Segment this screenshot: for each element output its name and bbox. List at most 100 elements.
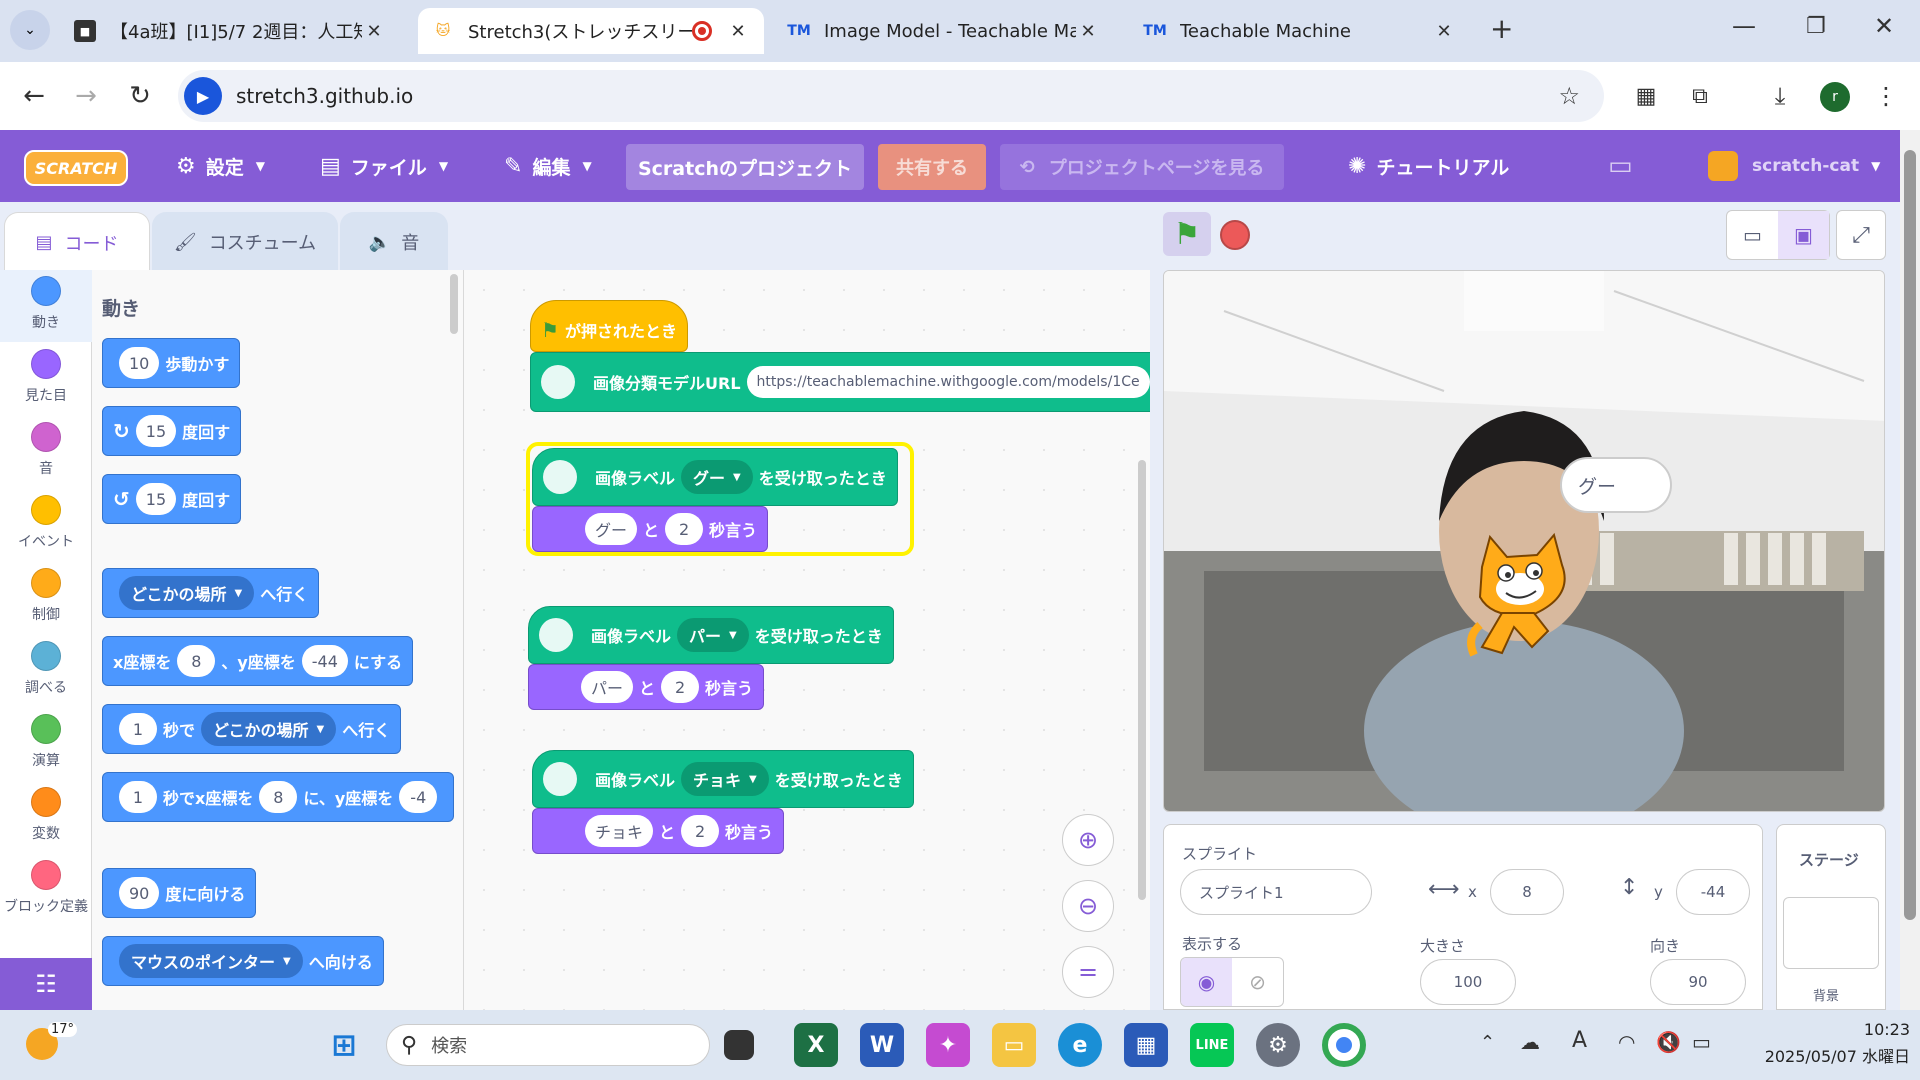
block-say-for-secs[interactable]: チョキと 2 秒言う	[532, 808, 785, 854]
goto-menu[interactable]: どこかの場所 ▼	[119, 576, 255, 610]
new-tab-button[interactable]: +	[1490, 12, 1513, 45]
wifi-icon[interactable]: ◠	[1618, 1030, 1635, 1054]
category-operators[interactable]: 演算	[0, 708, 92, 780]
restore-button[interactable]: ❐	[1806, 14, 1826, 39]
stop-button[interactable]	[1220, 220, 1250, 250]
point-towards-menu[interactable]: マウスのポインター ▼	[119, 944, 303, 978]
tab-costume[interactable]: 🖌 コスチューム	[152, 212, 338, 272]
glide-menu[interactable]: どこかの場所 ▼	[201, 712, 337, 746]
workspace-scrollbar[interactable]	[1138, 460, 1146, 900]
line-icon[interactable]: LINE	[1190, 1023, 1234, 1067]
block-when-label-received[interactable]: 画像ラベル グー ▼ を受け取ったとき	[532, 448, 898, 506]
onedrive-icon[interactable]: ☁	[1520, 1030, 1540, 1054]
add-extension-button[interactable]: ☷	[0, 958, 92, 1010]
block-say-for-secs[interactable]: グーと 2 秒言う	[532, 506, 769, 552]
close-tab-icon[interactable]: ✕	[362, 21, 386, 42]
stage-thumbnail[interactable]	[1783, 897, 1879, 969]
block-goto[interactable]: どこかの場所 ▼ へ行く	[102, 568, 320, 618]
show-hidden-button[interactable]: ⊘	[1232, 958, 1283, 1006]
see-project-page-button[interactable]: ⟲ プロジェクトページを見る	[1000, 144, 1284, 190]
block-glide[interactable]: 1 秒で どこかの場所 ▼ へ行く	[102, 704, 402, 754]
stage-canvas[interactable]: グー	[1163, 270, 1885, 812]
block-when-label-received[interactable]: 画像ラベル パー ▼ を受け取ったとき	[528, 606, 894, 664]
reload-button[interactable]: ↻	[120, 76, 160, 116]
chrome-icon[interactable]	[1322, 1023, 1366, 1067]
close-tab-icon[interactable]: ✕	[1432, 21, 1456, 42]
qr-code-icon[interactable]: ▦	[1626, 76, 1666, 116]
category-control[interactable]: 制御	[0, 562, 92, 634]
script-workspace[interactable]: ⚑ が押されたとき 画像分類モデルURL https://teachablemac…	[464, 270, 1150, 1010]
label-dropdown[interactable]: グー ▼	[681, 460, 753, 494]
ime-icon[interactable]: A	[1572, 1028, 1587, 1053]
minimize-button[interactable]: —	[1732, 12, 1756, 40]
fullscreen-button[interactable]: ⤢	[1836, 210, 1886, 260]
y-input[interactable]: -44	[1676, 869, 1750, 915]
tutorial-button[interactable]: ✺ チュートリアル	[1348, 130, 1509, 202]
small-stage-button[interactable]: ▭	[1727, 211, 1778, 259]
category-variables[interactable]: 変数	[0, 781, 92, 853]
close-tab-icon[interactable]: ✕	[1076, 21, 1100, 42]
tray-chevron-icon[interactable]: ⌃	[1480, 1032, 1495, 1053]
start-button[interactable]: ⊞	[322, 1023, 366, 1067]
scratch-logo[interactable]: SCRATCH	[24, 150, 128, 186]
block-when-label-received[interactable]: 画像ラベル チョキ ▼ を受け取ったとき	[532, 750, 914, 808]
site-info-icon[interactable]: ▶	[184, 77, 222, 115]
stage-selector[interactable]: ステージ 背景	[1776, 824, 1886, 1010]
sprite-name-input[interactable]: スプライト1	[1180, 869, 1372, 915]
back-button[interactable]: ←	[14, 76, 54, 116]
url-text[interactable]: stretch3.github.io	[236, 84, 413, 108]
more-menu-icon[interactable]: ⋮	[1866, 76, 1906, 116]
battery-icon[interactable]: ▭	[1692, 1030, 1711, 1054]
bookmark-star-icon[interactable]: ☆	[1558, 82, 1580, 110]
excel-icon[interactable]: X	[794, 1023, 838, 1067]
browser-tab[interactable]: ■ 【4a班】[I1]5/7 2週目：人工知能 ✕	[60, 8, 400, 54]
label-dropdown[interactable]: チョキ ▼	[681, 762, 769, 796]
block-when-flag-clicked[interactable]: ⚑ が押されたとき	[530, 300, 688, 352]
category-motion[interactable]: 動き	[0, 270, 92, 342]
taskbar-search[interactable]: ⚲ 検索	[386, 1024, 710, 1066]
size-input[interactable]: 100	[1420, 959, 1516, 1005]
block-glide-xy[interactable]: 1 秒でx座標を 8 に、y座標を -4	[102, 772, 455, 822]
browser-tab[interactable]: TM Image Model - Teachable Mach ✕	[774, 8, 1114, 54]
block-move-steps[interactable]: 10 歩動かす	[102, 338, 241, 388]
page-scrollbar[interactable]	[1900, 130, 1920, 1010]
file-menu[interactable]: ▤ ファイル ▼	[320, 130, 448, 202]
copilot-icon[interactable]: ✦	[926, 1023, 970, 1067]
show-visible-button[interactable]: ◉	[1181, 958, 1232, 1006]
download-icon[interactable]: ⤓	[1760, 76, 1800, 116]
settings-icon[interactable]: ⚙	[1256, 1023, 1300, 1067]
direction-input[interactable]: 90	[1650, 959, 1746, 1005]
account-menu[interactable]: scratch-cat ▼	[1708, 130, 1880, 202]
palette-scrollbar[interactable]	[450, 274, 458, 334]
task-view-icon[interactable]	[724, 1030, 754, 1060]
forward-button[interactable]: →	[66, 76, 106, 116]
x-input[interactable]: 8	[1490, 869, 1564, 915]
omnibox[interactable]: ▶ stretch3.github.io ☆	[178, 70, 1604, 122]
zoom-in-button[interactable]: ⊕	[1062, 814, 1114, 866]
block-goto-xy[interactable]: x座標を 8 、y座標を -44 にする	[102, 636, 414, 686]
share-button[interactable]: 共有する	[878, 144, 986, 190]
block-turn-left[interactable]: ↺ 15 度回す	[102, 474, 242, 524]
file-explorer-icon[interactable]: ▭	[992, 1023, 1036, 1067]
block-turn-right[interactable]: ↻ 15 度回す	[102, 406, 242, 456]
my-stuff-button[interactable]: ▭	[1608, 130, 1643, 202]
volume-muted-icon[interactable]: 🔇	[1656, 1030, 1681, 1054]
browser-tab-active[interactable]: 🐱 Stretch3(ストレッチスリー) ✕	[418, 8, 764, 54]
block-model-url[interactable]: 画像分類モデルURL https://teachablemachine.with…	[530, 352, 1150, 412]
settings-menu[interactable]: ⚙ 設定 ▼	[176, 130, 265, 202]
weather-widget[interactable]: 17°	[26, 1022, 96, 1066]
page-scrollbar-thumb[interactable]	[1904, 150, 1916, 920]
clock[interactable]: 10:23 2025/05/07 水曜日	[1740, 1020, 1910, 1067]
project-title-input[interactable]: Scratchのプロジェクト	[626, 144, 864, 190]
category-events[interactable]: イベント	[0, 489, 92, 561]
edit-menu[interactable]: ✎ 編集 ▼	[504, 130, 592, 202]
tab-search-button[interactable]: ⌄	[10, 10, 50, 50]
normal-stage-button[interactable]: ▣	[1778, 211, 1829, 259]
block-say-for-secs[interactable]: パーと 2 秒言う	[528, 664, 765, 710]
green-flag-button[interactable]: ⚑	[1163, 212, 1211, 256]
category-looks[interactable]: 見た目	[0, 343, 92, 415]
block-point-towards[interactable]: マウスのポインター ▼ へ向ける	[102, 936, 384, 986]
edge-icon[interactable]: e	[1058, 1023, 1102, 1067]
category-sensing[interactable]: 調べる	[0, 635, 92, 707]
extensions-icon[interactable]: ⧉	[1680, 76, 1720, 116]
